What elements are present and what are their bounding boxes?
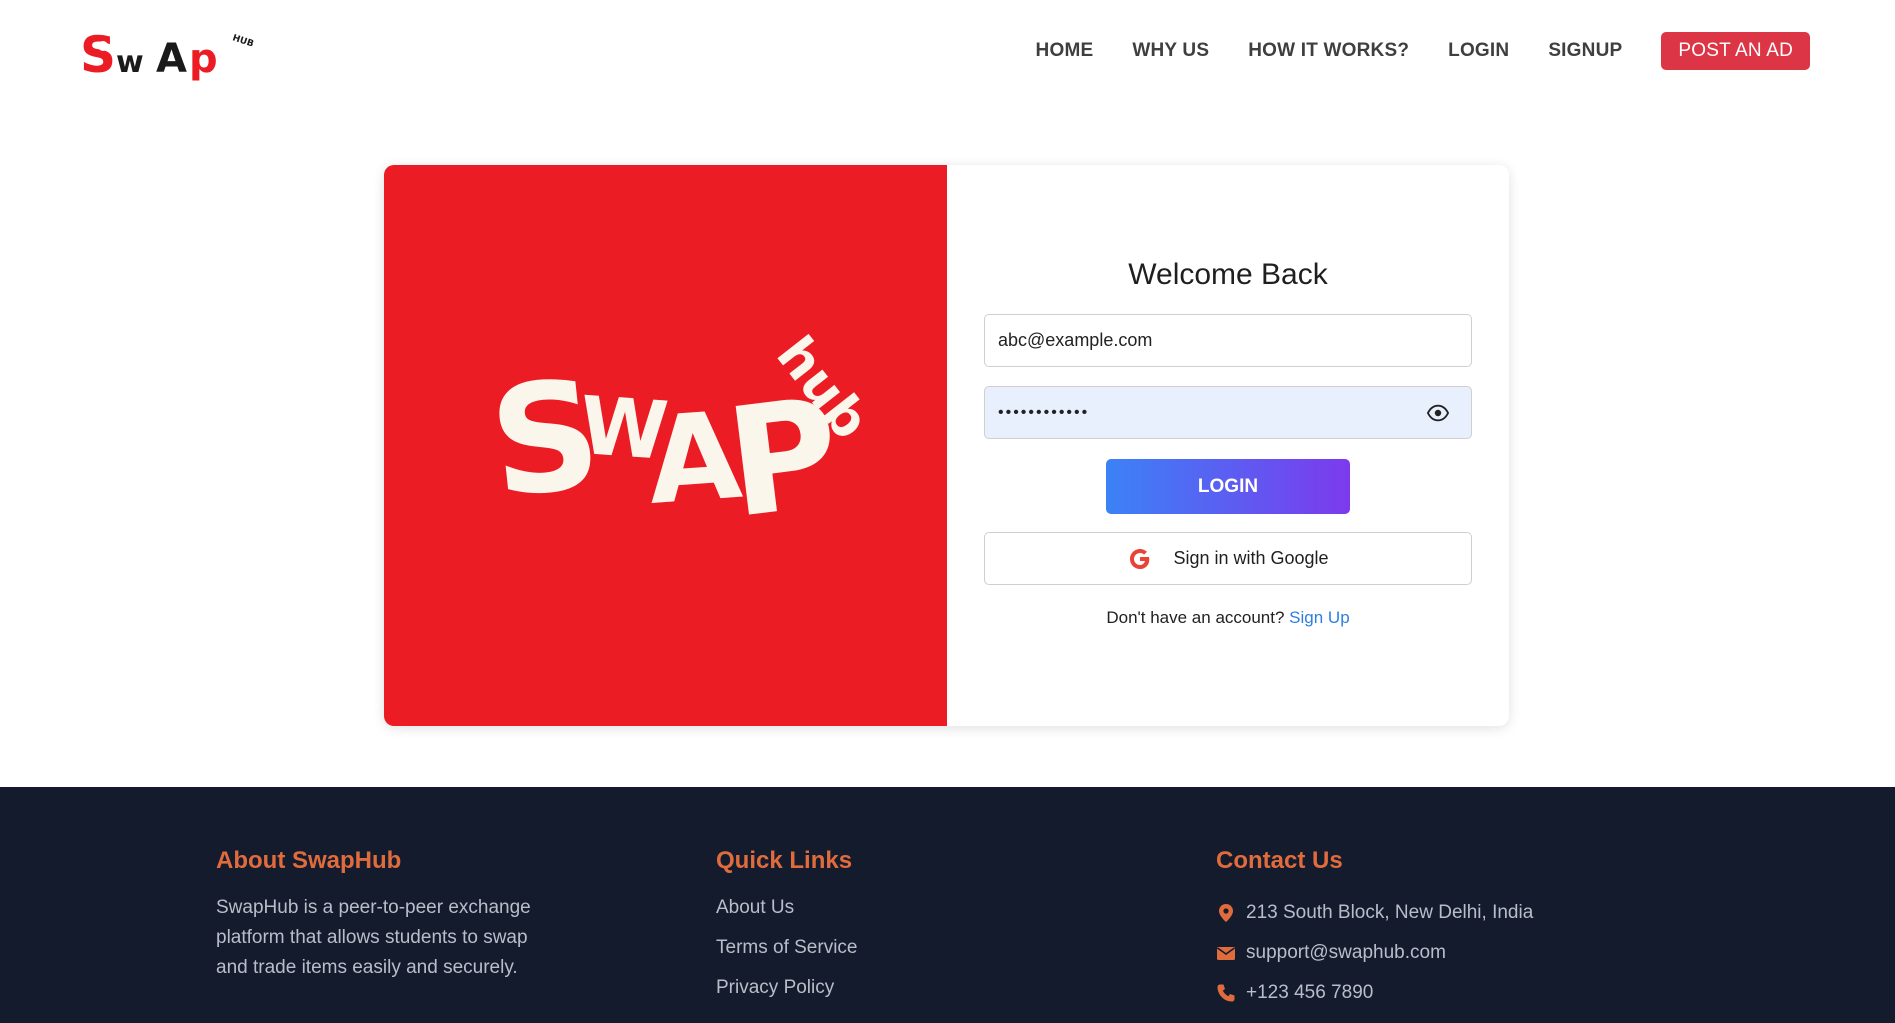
contact-email-text[interactable]: support@swaphub.com <box>1246 942 1446 964</box>
swaphub-big-logo: S W A P hub <box>492 326 862 552</box>
main-nav: HOME WHY US HOW IT WORKS? LOGIN SIGNUP P… <box>997 32 1810 70</box>
login-card: S W A P hub Welcome Back LOGIN Sign in w… <box>384 165 1509 726</box>
svg-text:w: w <box>116 45 144 80</box>
footer-contact-title: Contact Us <box>1216 847 1343 874</box>
brand-panel: S W A P hub <box>384 165 947 726</box>
email-field[interactable] <box>984 314 1472 367</box>
footer-about-title: About SwapHub <box>216 847 402 874</box>
footer: About SwapHub SwapHub is a peer-to-peer … <box>0 787 1895 1023</box>
nav-home[interactable]: HOME <box>1036 40 1094 62</box>
contact-address: 213 South Block, New Delhi, India <box>1216 893 1616 933</box>
footer-links-title: Quick Links <box>716 847 853 874</box>
footer-link-terms[interactable]: Terms of Service <box>716 933 1016 973</box>
svg-text:HUB: HUB <box>231 33 255 49</box>
nav-how-it-works[interactable]: HOW IT WORKS? <box>1248 40 1409 62</box>
mail-icon <box>1217 947 1235 960</box>
eye-icon[interactable] <box>1427 402 1449 424</box>
footer-quick-links: Quick Links About Us Terms of Service Pr… <box>716 847 1016 1013</box>
contact-email: support@swaphub.com <box>1216 933 1616 973</box>
contact-phone-text[interactable]: +123 456 7890 <box>1246 982 1373 1004</box>
footer-link-about[interactable]: About Us <box>716 893 1016 933</box>
contact-phone: +123 456 7890 <box>1216 973 1616 1013</box>
footer-contact: Contact Us 213 South Block, New Delhi, I… <box>1216 847 1616 1013</box>
nav-why-us[interactable]: WHY US <box>1132 40 1209 62</box>
svg-text:A: A <box>156 36 187 82</box>
phone-icon <box>1217 984 1235 1002</box>
welcome-title: Welcome Back <box>1128 258 1328 291</box>
footer-about: About SwapHub SwapHub is a peer-to-peer … <box>216 847 536 983</box>
google-signin-button[interactable]: Sign in with Google <box>984 532 1472 585</box>
google-signin-label: Sign in with Google <box>1173 548 1329 568</box>
login-form-panel: Welcome Back LOGIN Sign in with Google D… <box>947 165 1509 726</box>
contact-address-text: 213 South Block, New Delhi, India <box>1246 902 1534 923</box>
password-field[interactable] <box>984 386 1472 439</box>
login-button[interactable]: LOGIN <box>1106 459 1350 514</box>
location-icon <box>1219 904 1233 922</box>
nav-login[interactable]: LOGIN <box>1448 40 1509 62</box>
footer-link-privacy[interactable]: Privacy Policy <box>716 973 1016 1013</box>
header: S w A p HUB HOME WHY US HOW IT WORKS? LO… <box>0 0 1895 100</box>
swaphub-logo[interactable]: S w A p HUB <box>80 20 260 84</box>
nav-signup[interactable]: SIGNUP <box>1548 40 1622 62</box>
no-account-text: Don't have an account? <box>1106 608 1285 627</box>
footer-about-text: SwapHub is a peer-to-peer exchange platf… <box>216 897 531 978</box>
svg-text:p: p <box>189 36 218 82</box>
signup-prompt: Don't have an account? Sign Up <box>947 608 1509 628</box>
signup-link[interactable]: Sign Up <box>1289 608 1349 627</box>
post-ad-button[interactable]: POST AN AD <box>1661 32 1810 70</box>
google-icon <box>1130 548 1150 569</box>
svg-text:S: S <box>80 26 114 84</box>
